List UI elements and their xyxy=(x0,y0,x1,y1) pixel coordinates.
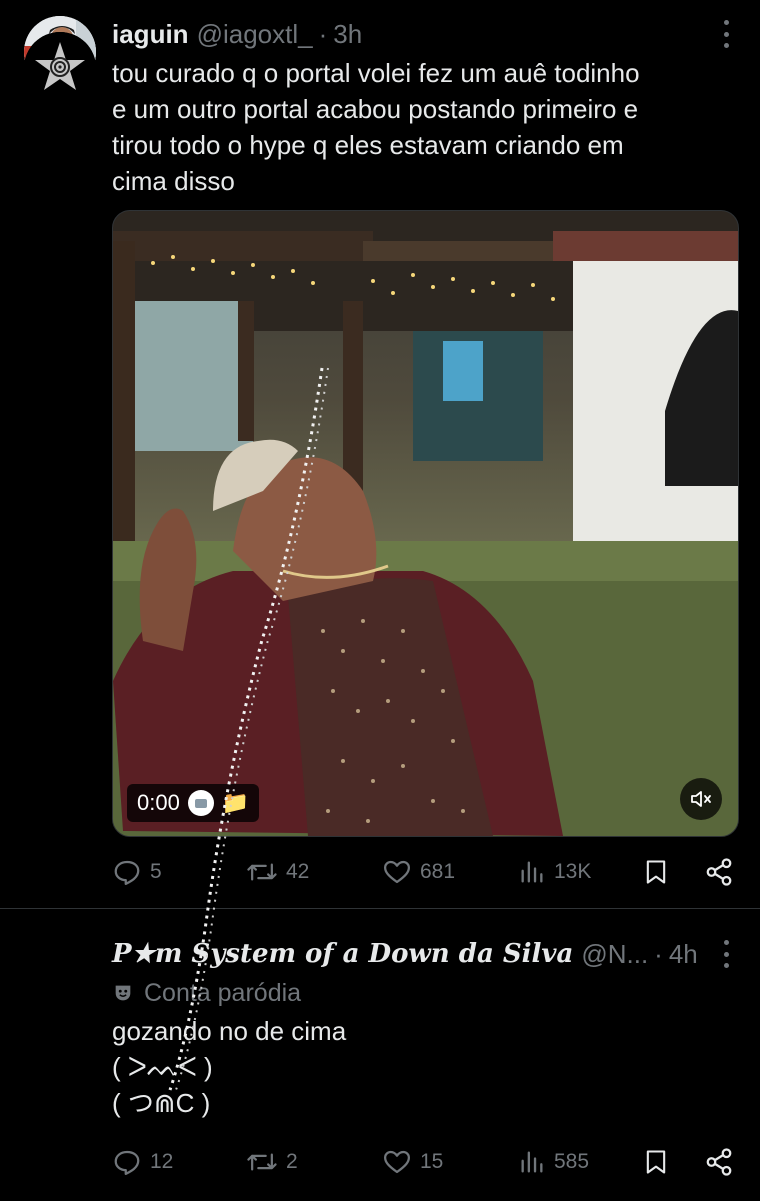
heart-icon xyxy=(384,860,410,884)
tweet[interactable]: iaguin @iagoxtl_ · 3h tou curado q o por… xyxy=(0,0,760,908)
repost-icon xyxy=(247,1153,277,1171)
reply-count: 5 xyxy=(150,860,162,883)
video-player[interactable]: 0:00 📁 xyxy=(112,210,739,837)
repost-icon xyxy=(247,863,277,881)
author-handle[interactable]: @iagoxtl_ xyxy=(197,19,313,50)
bookmark-button[interactable] xyxy=(642,1142,670,1182)
mute-icon[interactable] xyxy=(680,778,722,820)
tweet-actions: 12 2 15 585 xyxy=(112,1142,742,1182)
views-count: 585 xyxy=(554,1150,590,1173)
like-button[interactable]: 15 xyxy=(382,1142,443,1182)
share-icon xyxy=(706,1148,732,1176)
bookmark-button[interactable] xyxy=(642,852,670,892)
video-timecode: 0:00 📁 xyxy=(127,784,260,822)
more-options-icon[interactable] xyxy=(722,940,730,968)
sticker-icon xyxy=(187,790,214,816)
separator-dot: · xyxy=(654,938,663,969)
heart-icon xyxy=(384,1150,410,1174)
tweet-text: tou curado q o portal volei fez um auê t… xyxy=(112,58,640,196)
more-options-icon[interactable] xyxy=(722,20,730,48)
like-count: 15 xyxy=(420,1150,444,1173)
reply-button[interactable]: 5 xyxy=(112,852,162,892)
bookmark-icon xyxy=(646,860,666,884)
parody-label-text: Conta paródia xyxy=(144,978,302,1007)
like-count: 681 xyxy=(420,860,456,883)
reply-count: 12 xyxy=(150,1150,174,1173)
bookmark-icon xyxy=(646,1150,666,1174)
repost-count: 42 xyxy=(286,860,310,883)
reply-button[interactable]: 12 xyxy=(112,1142,173,1182)
author-name[interactable]: iaguin xyxy=(112,19,189,50)
post-time[interactable]: 3h xyxy=(333,19,362,50)
views-icon xyxy=(521,861,543,883)
reply-icon xyxy=(114,1150,140,1175)
folder-emoji: 📁 xyxy=(221,790,250,815)
repost-button[interactable]: 2 xyxy=(246,1142,298,1182)
author-name[interactable]: P★m System of a Down da Silva xyxy=(112,939,573,969)
reply-icon xyxy=(114,860,140,885)
separator-dot: · xyxy=(318,18,328,49)
share-icon xyxy=(706,858,732,886)
share-button[interactable] xyxy=(704,852,734,892)
theater-mask-icon xyxy=(115,985,131,1001)
timecode-text: 0:00 xyxy=(137,790,180,815)
views-count: 13K xyxy=(554,860,592,883)
tweet-header: iaguin @iagoxtl_ · 3h xyxy=(112,16,362,52)
avatar[interactable] xyxy=(24,32,96,104)
views-icon xyxy=(521,1151,543,1173)
share-button[interactable] xyxy=(704,1142,734,1182)
tweet-text: gozando no de cima ( ᐳᨓᐸ ) ( つ⋒C ) xyxy=(112,1016,347,1118)
parody-label: Conta paródia xyxy=(112,978,301,1008)
like-button[interactable]: 681 xyxy=(382,852,455,892)
views-button[interactable]: 585 xyxy=(518,1142,589,1182)
views-button[interactable]: 13K xyxy=(518,852,591,892)
video-frame xyxy=(113,211,738,836)
tweet-header: P★m System of a Down da Silva @N... · 4h xyxy=(112,936,698,972)
tweet-actions: 5 42 681 13K xyxy=(112,852,742,892)
author-handle[interactable]: @N... xyxy=(581,939,648,970)
repost-count: 2 xyxy=(286,1150,298,1173)
post-time[interactable]: 4h xyxy=(669,939,698,970)
repost-button[interactable]: 42 xyxy=(246,852,309,892)
